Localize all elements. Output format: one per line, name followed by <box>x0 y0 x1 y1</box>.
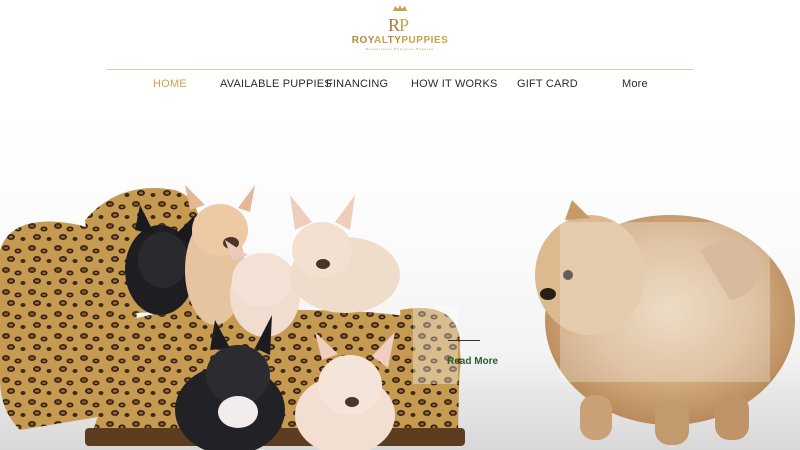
brand-name-part3: TY <box>387 35 402 46</box>
main-nav: HOME AVAILABLE PUPPIES FINANCING HOW IT … <box>0 78 800 94</box>
nav-item-more[interactable]: More <box>622 78 648 90</box>
svg-text:P: P <box>399 15 409 34</box>
nav-item-gift-card[interactable]: GIFT CARD <box>517 78 578 90</box>
brand-name-part1: ROY <box>351 35 375 46</box>
hero-banner: Read More <box>0 110 800 450</box>
nav-item-how-it-works[interactable]: HOW IT WORKS <box>411 78 498 90</box>
brand-logo[interactable]: R P ROYALTYPUPPIES Exceptional Pedigree … <box>340 4 460 64</box>
read-more-link[interactable]: Read More <box>447 356 498 367</box>
crown-monogram-icon: R P <box>388 5 409 34</box>
brand-name-part2: AL <box>374 35 388 46</box>
nav-item-home[interactable]: HOME <box>153 78 187 90</box>
read-more-line <box>448 340 480 341</box>
brand-tagline: Exceptional Pedigree Puppies <box>365 47 435 51</box>
nav-item-available-puppies[interactable]: AVAILABLE PUPPIES <box>220 78 332 90</box>
header-divider <box>107 69 693 70</box>
brand-name-part4: PUPPIES <box>401 35 449 46</box>
brand-name: ROYALTYPUPPIES <box>340 35 460 46</box>
site-header: R P ROYALTYPUPPIES Exceptional Pedigree … <box>0 0 800 110</box>
hero-overlay-box <box>560 222 770 382</box>
read-more-overlay <box>413 306 458 384</box>
nav-item-financing[interactable]: FINANCING <box>326 78 388 90</box>
